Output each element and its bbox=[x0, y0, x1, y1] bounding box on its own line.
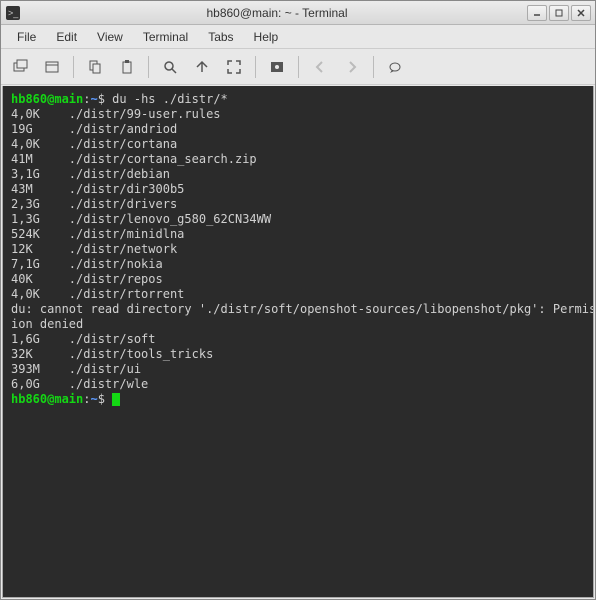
titlebar: >_ hb860@main: ~ - Terminal bbox=[1, 1, 595, 25]
prompt-symbol: $ bbox=[98, 92, 112, 106]
cursor bbox=[112, 393, 120, 406]
window-controls bbox=[527, 5, 591, 21]
error-line: du: cannot read directory './distr/soft/… bbox=[11, 302, 594, 331]
menu-tabs[interactable]: Tabs bbox=[198, 28, 243, 46]
terminal-window: >_ hb860@main: ~ - Terminal File Edit Vi… bbox=[0, 0, 596, 600]
command-text: du -hs ./distr/* bbox=[112, 92, 228, 106]
svg-text:>_: >_ bbox=[8, 8, 19, 18]
terminal-output[interactable]: hb860@main:~$ du -hs ./distr/* 4,0K ./di… bbox=[2, 86, 594, 598]
prompt-symbol: $ bbox=[98, 392, 112, 406]
menu-terminal[interactable]: Terminal bbox=[133, 28, 198, 46]
prompt-user-host: hb860@main bbox=[11, 392, 83, 406]
minimize-button[interactable] bbox=[527, 5, 547, 21]
prompt-path: ~ bbox=[90, 392, 97, 406]
prompt-user-host: hb860@main bbox=[11, 92, 83, 106]
toolbar-separator bbox=[298, 56, 299, 78]
find-icon[interactable] bbox=[155, 53, 185, 81]
new-tab-icon[interactable] bbox=[5, 53, 35, 81]
toolbar-separator bbox=[373, 56, 374, 78]
about-icon[interactable] bbox=[380, 53, 410, 81]
menu-file[interactable]: File bbox=[7, 28, 46, 46]
toolbar-separator bbox=[73, 56, 74, 78]
toolbar-separator bbox=[148, 56, 149, 78]
window-title: hb860@main: ~ - Terminal bbox=[27, 6, 527, 20]
menu-edit[interactable]: Edit bbox=[46, 28, 87, 46]
menu-help[interactable]: Help bbox=[244, 28, 289, 46]
settings-icon[interactable] bbox=[262, 53, 292, 81]
maximize-button[interactable] bbox=[549, 5, 569, 21]
zoom-icon[interactable] bbox=[187, 53, 217, 81]
paste-icon[interactable] bbox=[112, 53, 142, 81]
app-icon: >_ bbox=[5, 5, 21, 21]
new-window-icon[interactable] bbox=[37, 53, 67, 81]
toolbar bbox=[1, 49, 595, 85]
prev-icon[interactable] bbox=[305, 53, 335, 81]
menu-view[interactable]: View bbox=[87, 28, 133, 46]
menubar: File Edit View Terminal Tabs Help bbox=[1, 25, 595, 49]
close-button[interactable] bbox=[571, 5, 591, 21]
next-icon[interactable] bbox=[337, 53, 367, 81]
toolbar-separator bbox=[255, 56, 256, 78]
copy-icon[interactable] bbox=[80, 53, 110, 81]
fullscreen-icon[interactable] bbox=[219, 53, 249, 81]
prompt-path: ~ bbox=[90, 92, 97, 106]
